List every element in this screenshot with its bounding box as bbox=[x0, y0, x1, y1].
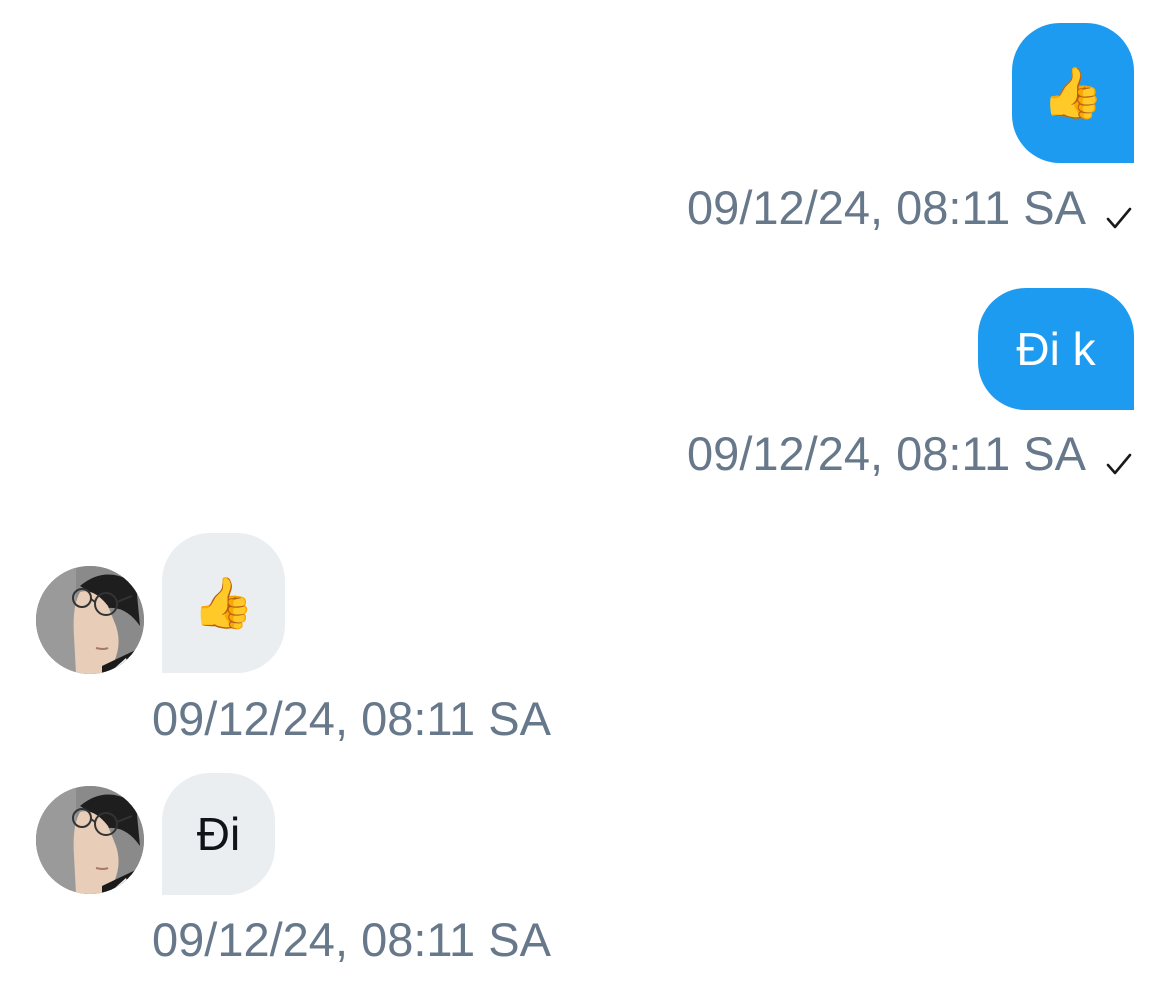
message-meta: 09/12/24, 08:11 SA bbox=[687, 184, 1134, 231]
avatar[interactable] bbox=[36, 786, 144, 894]
message-text: Đi bbox=[196, 808, 241, 860]
message-timestamp: 09/12/24, 08:11 SA bbox=[152, 692, 551, 745]
message-text: 👍 bbox=[192, 575, 255, 631]
message-timestamp: 09/12/24, 08:11 SA bbox=[152, 913, 551, 966]
message-timestamp: 09/12/24, 08:11 SA bbox=[687, 181, 1086, 234]
check-icon bbox=[1104, 439, 1134, 474]
outgoing-message-bubble[interactable]: 👍 bbox=[1012, 23, 1134, 163]
message-thread: 👍 09/12/24, 08:11 SA Đi k 09/12/24, 08:1… bbox=[0, 0, 1170, 981]
message-meta: 09/12/24, 08:11 SA bbox=[687, 430, 1134, 477]
incoming-message-bubble[interactable]: 👍 bbox=[162, 533, 285, 673]
outgoing-message-bubble[interactable]: Đi k bbox=[978, 288, 1134, 410]
message-timestamp: 09/12/24, 08:11 SA bbox=[687, 427, 1086, 480]
message-text: 👍 bbox=[1041, 65, 1105, 121]
incoming-message-bubble[interactable]: Đi bbox=[162, 773, 275, 895]
message-text: Đi k bbox=[1016, 323, 1096, 375]
check-icon bbox=[1104, 193, 1134, 228]
avatar[interactable] bbox=[36, 566, 144, 674]
